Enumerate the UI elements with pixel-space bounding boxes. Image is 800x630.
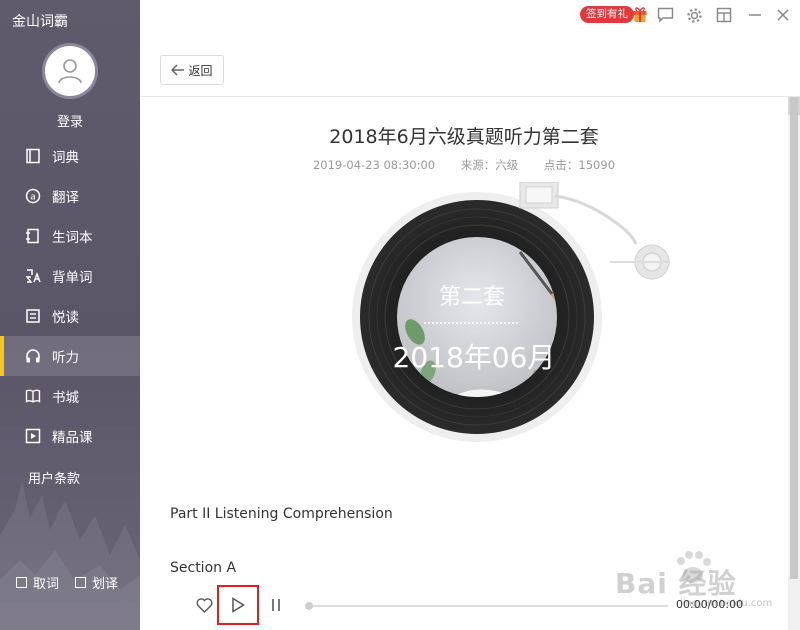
favorite-button[interactable] bbox=[194, 595, 214, 615]
sidebar-nav: 词典 a 翻译 生词本 背单词 悦读 听力 书城 精品课 bbox=[0, 136, 140, 456]
pause-icon bbox=[272, 599, 280, 611]
user-icon bbox=[58, 59, 82, 84]
sidebar-item-vocab[interactable]: 背单词 bbox=[0, 256, 140, 296]
checkbox-box bbox=[16, 577, 27, 588]
bookstore-icon bbox=[24, 387, 42, 405]
title-bar: 签到有礼 bbox=[140, 0, 800, 32]
translate-icon: a bbox=[24, 187, 42, 205]
article-clicks: 点击：15090 bbox=[543, 158, 616, 172]
checkbox-label: 取词 bbox=[33, 577, 60, 592]
scroll-thumb[interactable] bbox=[790, 97, 798, 579]
vinyl-record-cover: 第二套 2018年06月 bbox=[352, 182, 670, 442]
playback-time: 00:00/00:00 bbox=[676, 598, 744, 611]
pause-button[interactable] bbox=[266, 595, 286, 615]
feedback-icon[interactable] bbox=[656, 6, 674, 24]
book-icon bbox=[24, 147, 42, 165]
audio-player: 00:00/00:00 bbox=[140, 585, 788, 630]
back-button-label: 返回 bbox=[188, 63, 213, 78]
article-content: 2018年6月六级真题听力第二套 2019-04-23 08:30:00 来源：… bbox=[140, 97, 788, 630]
reading-icon bbox=[24, 307, 42, 325]
sidebar-footer: 取词 划译 bbox=[16, 573, 118, 592]
play-button[interactable] bbox=[228, 595, 248, 615]
content-scrollbar[interactable] bbox=[788, 97, 800, 630]
sidebar-item-translate[interactable]: a 翻译 bbox=[0, 176, 140, 216]
progress-knob[interactable] bbox=[305, 602, 313, 610]
select-translate-checkbox[interactable]: 划译 bbox=[75, 573, 118, 592]
app-title: 金山词霸 bbox=[12, 14, 68, 30]
signin-reward-badge[interactable]: 签到有礼 bbox=[580, 6, 634, 23]
gift-icon[interactable] bbox=[632, 5, 648, 23]
arrow-left-icon bbox=[171, 64, 185, 76]
section-heading: Section A bbox=[170, 560, 237, 576]
play-icon bbox=[232, 597, 245, 613]
sidebar-item-reading[interactable]: 悦读 bbox=[0, 296, 140, 336]
svg-text:a: a bbox=[30, 193, 36, 203]
sidebar: 金山词霸 登录 词典 a 翻译 生词本 背单词 悦读 听力 书城 精品课 用户条… bbox=[0, 0, 140, 630]
minimize-icon[interactable] bbox=[746, 6, 764, 24]
sidebar-item-label: 背单词 bbox=[52, 270, 93, 286]
heart-icon bbox=[195, 597, 213, 613]
notebook-icon bbox=[24, 227, 42, 245]
sidebar-item-listening[interactable]: 听力 bbox=[0, 336, 140, 376]
sidebar-item-dictionary[interactable]: 词典 bbox=[0, 136, 140, 176]
sidebar-item-label: 生词本 bbox=[52, 230, 93, 246]
progress-bar[interactable] bbox=[305, 602, 668, 610]
article-title: 2018年6月六级真题听力第二套 bbox=[329, 126, 599, 148]
mini-mode-icon[interactable] bbox=[715, 6, 733, 24]
sidebar-item-wordbook[interactable]: 生词本 bbox=[0, 216, 140, 256]
article-date: 2019-04-23 08:30:00 bbox=[312, 158, 436, 172]
close-icon[interactable] bbox=[774, 6, 792, 24]
headphones-icon bbox=[24, 347, 42, 365]
course-icon bbox=[24, 427, 42, 445]
sidebar-item-bookstore[interactable]: 书城 bbox=[0, 376, 140, 416]
checkbox-box bbox=[75, 577, 87, 588]
back-button[interactable]: 返回 bbox=[160, 55, 224, 85]
vocab-icon bbox=[24, 267, 42, 285]
gear-icon[interactable] bbox=[685, 6, 703, 24]
sidebar-item-label: 书城 bbox=[52, 390, 79, 406]
sidebar-item-label: 词典 bbox=[52, 150, 79, 166]
record-label-top: 第二套 bbox=[439, 285, 505, 310]
sidebar-item-label: 翻译 bbox=[52, 190, 79, 206]
login-link[interactable]: 登录 bbox=[0, 111, 140, 130]
article-source: 来源：六级 bbox=[460, 158, 519, 172]
article-meta: 2019-04-23 08:30:00 来源：六级 点击：15090 bbox=[140, 157, 788, 173]
avatar[interactable] bbox=[42, 43, 98, 99]
record-label-bottom: 2018年06月 bbox=[393, 341, 556, 374]
sidebar-item-label: 精品课 bbox=[52, 430, 93, 446]
sidebar-item-courses[interactable]: 精品课 bbox=[0, 416, 140, 456]
user-terms-link[interactable]: 用户条款 bbox=[28, 468, 80, 487]
sidebar-item-label: 听力 bbox=[52, 350, 79, 366]
checkbox-label: 划译 bbox=[92, 577, 119, 592]
fetch-word-checkbox[interactable]: 取词 bbox=[16, 573, 59, 592]
sidebar-item-label: 悦读 bbox=[52, 310, 79, 326]
part-heading: Part II Listening Comprehension bbox=[170, 506, 393, 522]
